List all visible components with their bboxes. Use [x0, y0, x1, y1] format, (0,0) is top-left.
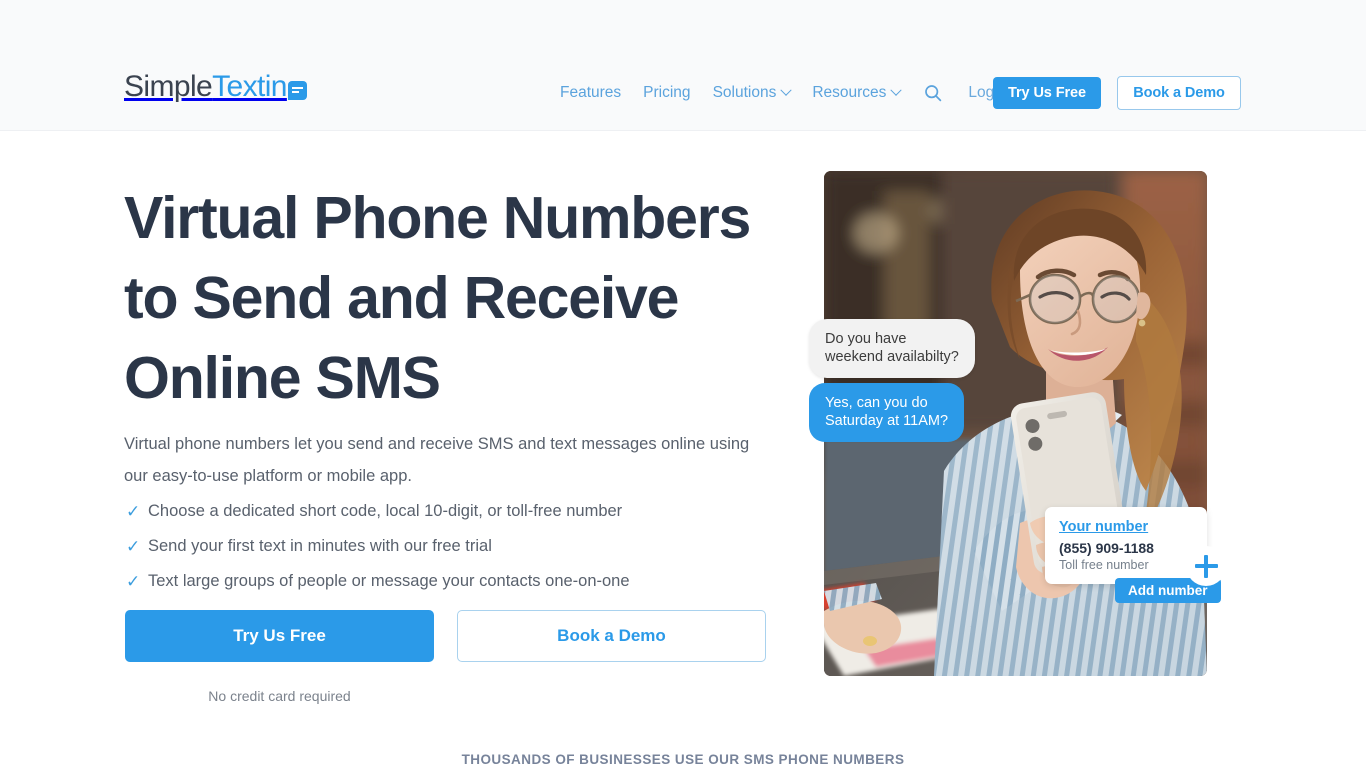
hero-benefits-list: ✓ Choose a dedicated short code, local 1… [126, 494, 806, 599]
list-item: ✓ Choose a dedicated short code, local 1… [126, 494, 806, 529]
list-item-label: Text large groups of people or message y… [148, 572, 630, 590]
check-icon: ✓ [126, 537, 141, 556]
nav-label: Features [560, 84, 622, 101]
list-item: ✓ Send your first text in minutes with o… [126, 529, 806, 564]
hero-subheading: Virtual phone numbers let you send and r… [124, 435, 750, 485]
hero-visual: Do you have weekend availabilty? Yes, ca… [809, 171, 1226, 676]
search-icon[interactable] [924, 84, 942, 102]
nav-item-features[interactable]: Features [560, 84, 621, 102]
hero-book-a-demo-button[interactable]: Book a Demo [457, 610, 766, 662]
chat-bubble-outgoing: Yes, can you do Saturday at 11AM? [809, 383, 965, 442]
nav-item-pricing[interactable]: Pricing [643, 84, 690, 102]
chevron-down-icon [890, 84, 903, 96]
logo-text-texting: Textin [212, 70, 287, 103]
nav-item-resources[interactable]: Resources [812, 84, 903, 102]
header-book-a-demo-button[interactable]: Book a Demo [1117, 76, 1241, 110]
your-number-card: Your number (855) 909-1188 Toll free num… [1045, 507, 1207, 584]
number-type-caption: Toll free number [1059, 558, 1149, 572]
phone-number-value: (855) 909-1188 [1059, 540, 1154, 556]
site-header [0, 0, 1366, 131]
list-item: ✓ Text large groups of people or message… [126, 564, 806, 599]
logo-text-simple: Simple [124, 70, 213, 103]
main-navigation: Features Pricing Solutions Resources Log… [560, 80, 1012, 106]
no-credit-card-note: No credit card required [208, 688, 351, 704]
hero-try-us-free-button[interactable]: Try Us Free [125, 610, 434, 662]
check-icon: ✓ [126, 502, 141, 521]
chevron-down-icon [780, 84, 792, 96]
check-icon: ✓ [126, 572, 141, 591]
nav-label: Resources [812, 84, 887, 101]
nav-label: Solutions [712, 84, 777, 101]
page-title: Virtual Phone Numbers to Send and Receiv… [124, 185, 751, 411]
header-try-us-free-button[interactable]: Try Us Free [993, 77, 1101, 109]
nav-item-solutions[interactable]: Solutions [712, 84, 792, 102]
list-item-label: Choose a dedicated short code, local 10-… [148, 502, 623, 520]
nav-label: Pricing [643, 84, 691, 101]
social-proof-heading: Thousands of businesses use our SMS phon… [461, 752, 905, 767]
site-logo[interactable]: Simple Textin [124, 72, 307, 102]
plus-icon[interactable] [1186, 546, 1226, 586]
chat-bubble-incoming: Do you have weekend availabilty? [809, 319, 975, 378]
your-number-label[interactable]: Your number [1059, 519, 1193, 535]
list-item-label: Send your first text in minutes with our… [148, 537, 492, 555]
speech-bubble-icon [287, 80, 307, 100]
